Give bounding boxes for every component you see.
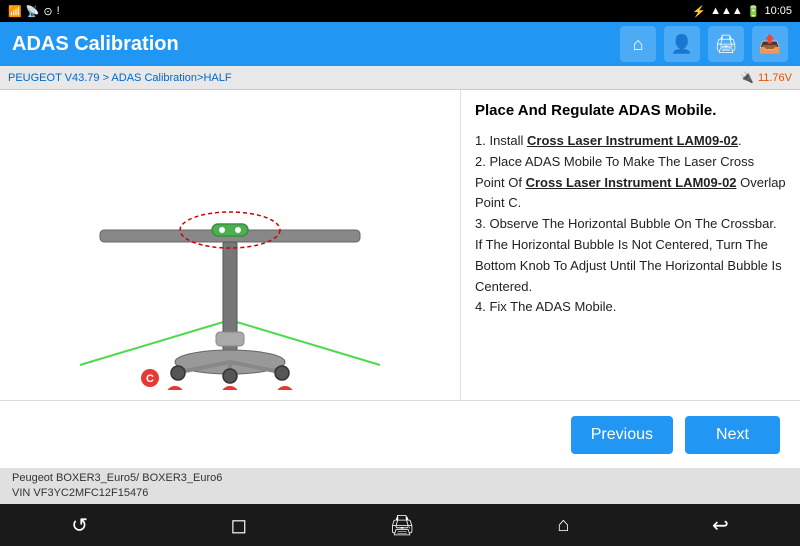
recent-apps-icon[interactable]: ↩ [712, 513, 729, 538]
signal-bars-icon: ▲▲▲ [710, 5, 743, 17]
instruction-title: Place And Regulate ADAS Mobile. [475, 102, 786, 119]
battery-info: 🔌 11.76V [740, 71, 792, 84]
vehicle-model: Peugeot BOXER3_Euro5/ BOXER3_Euro6 [12, 471, 222, 486]
breadcrumb-bar: PEUGEOT V43.79 > ADAS Calibration>HALF 🔌… [0, 66, 800, 90]
app-header: ADAS Calibration ⌂ 👤 🖨 📤 [0, 22, 800, 66]
info-bar: Peugeot BOXER3_Euro5/ BOXER3_Euro6 VIN V… [0, 468, 800, 504]
status-left-icons: 📶 📡 ⊙ ! [8, 5, 60, 18]
time-display: 10:05 [764, 5, 792, 17]
back-icon[interactable]: ↺ [71, 513, 88, 538]
status-bar: 📶 📡 ⊙ ! ⚡ ▲▲▲ 🔋 10:05 [0, 0, 800, 22]
next-button[interactable]: Next [685, 416, 780, 454]
home-nav-icon[interactable]: ⌂ [557, 514, 569, 537]
instruction-body: 1. Install Cross Laser Instrument LAM09-… [475, 131, 786, 318]
vehicle-vin: VIN VF3YC2MFC12F15476 [12, 486, 222, 501]
battery-indicator-icon: 🔌 [740, 71, 754, 84]
user-button[interactable]: 👤 [664, 26, 700, 62]
image-panel: 1 2 3 C [0, 90, 460, 400]
vehicle-info: Peugeot BOXER3_Euro5/ BOXER3_Euro6 VIN V… [12, 471, 222, 502]
home-button[interactable]: ⌂ [620, 26, 656, 62]
battery-icon: 🔋 [747, 5, 761, 18]
button-bar: Previous Next [0, 400, 800, 468]
text-panel: Place And Regulate ADAS Mobile. 1. Insta… [460, 90, 800, 400]
home-icon: ⌂ [633, 34, 644, 55]
print-button[interactable]: 🖨 [708, 26, 744, 62]
android-nav-bar: ↺ ◻ 🖨 ⌂ ↩ [0, 504, 800, 546]
export-button[interactable]: 📤 [752, 26, 788, 62]
wifi-icon: 📡 [26, 5, 40, 18]
battery-voltage: 11.76V [758, 72, 792, 84]
user-icon: 👤 [671, 34, 693, 55]
app-title: ADAS Calibration [12, 33, 179, 56]
export-icon: 📤 [759, 34, 781, 55]
printer-nav-icon[interactable]: 🖨 [390, 513, 415, 538]
step2-link: Cross Laser Instrument LAM09-02 [526, 175, 737, 190]
breadcrumb: PEUGEOT V43.79 > ADAS Calibration>HALF [8, 72, 232, 84]
header-icon-group: ⌂ 👤 🖨 📤 [620, 26, 788, 62]
screenshot-icon[interactable]: ◻ [230, 513, 247, 538]
print-icon: 🖨 [715, 34, 738, 55]
step1-link: Cross Laser Instrument LAM09-02 [527, 133, 738, 148]
adas-diagram: 1 2 3 C [20, 100, 440, 390]
main-content: 1 2 3 C Place And Regulate ADAS Mobile. … [0, 90, 800, 400]
clock-icon: ⊙ [43, 5, 52, 18]
svg-text:C: C [146, 373, 154, 385]
bluetooth-icon: ⚡ [692, 5, 706, 18]
status-right-icons: ⚡ ▲▲▲ 🔋 10:05 [692, 5, 792, 18]
previous-button[interactable]: Previous [571, 416, 673, 454]
signal-icon: 📶 [8, 5, 22, 18]
alert-icon: ! [57, 5, 60, 17]
